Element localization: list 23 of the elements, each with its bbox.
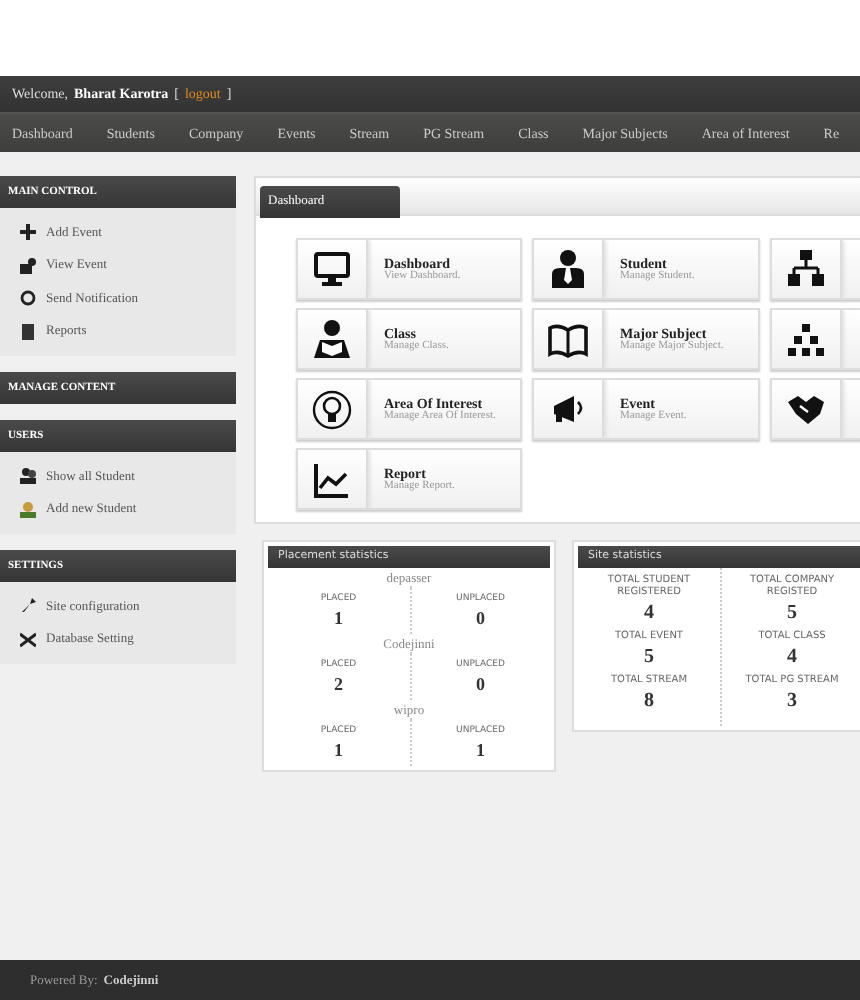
stat-value: 1 [332, 738, 345, 764]
hierarchy-icon [786, 319, 826, 359]
stat-value: 1 [474, 738, 487, 764]
user-icon [20, 501, 36, 518]
stat-value: 5 [787, 600, 797, 628]
stat-value: 2 [332, 672, 345, 698]
stat-value: 5 [644, 644, 654, 672]
stat-value: 4 [644, 600, 654, 628]
stat-value: 3 [787, 688, 797, 716]
reader-icon [312, 319, 352, 359]
network-icon [786, 249, 826, 289]
stat-value: 8 [644, 688, 654, 716]
stat-value: 1 [332, 606, 345, 632]
businessman-icon [548, 249, 588, 289]
document-icon [20, 323, 36, 340]
book-icon [548, 319, 588, 359]
chart-icon [312, 459, 352, 499]
monitor-icon [312, 249, 352, 289]
plus-icon [20, 224, 36, 241]
lightbulb-icon [312, 389, 352, 429]
stat-value: 0 [474, 672, 487, 698]
stat-value: 4 [787, 644, 797, 672]
stat-value: 0 [474, 606, 487, 632]
